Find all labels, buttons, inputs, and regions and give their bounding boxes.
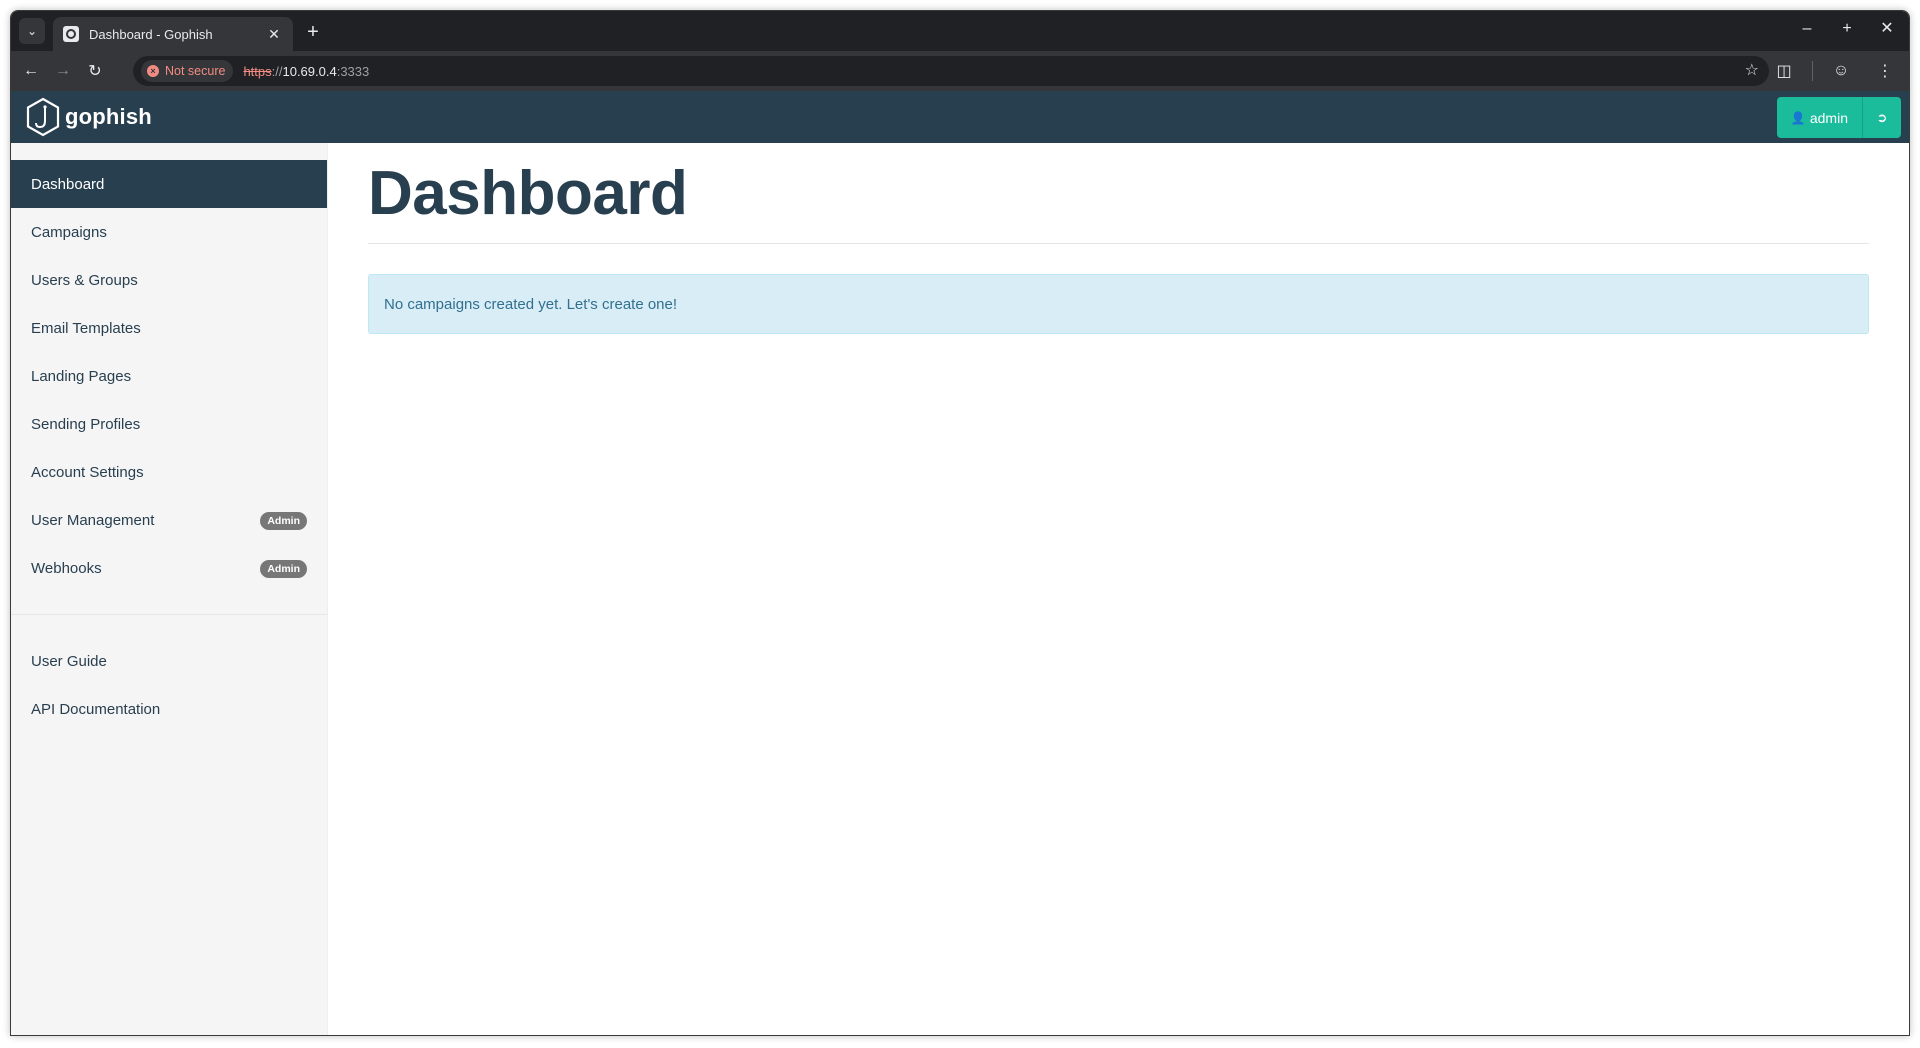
sidebar-item-landing-pages[interactable]: Landing Pages — [11, 352, 327, 400]
toolbar-actions: ◫ ☺ ⋮ — [1768, 55, 1901, 87]
empty-state-alert: No campaigns created yet. Let's create o… — [368, 274, 1869, 334]
minimize-icon[interactable]: – — [1795, 17, 1819, 41]
bookmark-star-icon[interactable]: ☆ — [1745, 60, 1759, 80]
sidebar-item-email-templates[interactable]: Email Templates — [11, 304, 327, 352]
sign-out-icon: ➲ — [1876, 109, 1888, 125]
browser-tab[interactable]: Dashboard - Gophish ✕ — [53, 17, 293, 51]
sidebar-item-label: API Documentation — [31, 700, 161, 718]
app-navbar: gophish 👤 admin ➲ — [11, 91, 1909, 143]
empty-state-message: No campaigns created yet. Let's create o… — [384, 295, 678, 313]
logout-button[interactable]: ➲ — [1863, 97, 1901, 138]
user-icon: 👤 — [1790, 110, 1806, 125]
sidebar-item-user-guide[interactable]: User Guide — [11, 637, 327, 685]
admin-badge: Admin — [260, 512, 307, 530]
brand-link[interactable]: gophish — [25, 97, 152, 137]
security-label: Not secure — [165, 64, 226, 78]
forward-icon[interactable]: → — [47, 55, 79, 87]
brand-name: gophish — [65, 104, 152, 129]
close-window-icon[interactable]: ✕ — [1875, 17, 1899, 41]
main-content: Dashboard No campaigns created yet. Let'… — [328, 143, 1909, 1035]
sidebar-item-label: Account Settings — [31, 463, 144, 481]
sidebar-item-label: User Guide — [31, 652, 107, 670]
extensions-icon[interactable]: ◫ — [1768, 55, 1800, 87]
user-button-group: 👤 admin ➲ — [1776, 97, 1901, 138]
profile-icon[interactable]: ☺ — [1825, 55, 1857, 87]
sidebar-item-sending-profiles[interactable]: Sending Profiles — [11, 400, 327, 448]
sidebar-item-label: Sending Profiles — [31, 415, 141, 433]
username-label: admin — [1809, 109, 1848, 126]
url-separator: :// — [271, 63, 283, 79]
gophish-logo-icon — [26, 97, 60, 137]
url-host: 10.69.0.4 — [282, 63, 337, 79]
sidebar-item-api-documentation[interactable]: API Documentation — [11, 685, 327, 733]
sidebar-item-campaigns[interactable]: Campaigns — [11, 208, 327, 256]
sidebar: Dashboard Campaigns Users & Groups Email… — [11, 143, 328, 1035]
tab-title: Dashboard - Gophish — [89, 26, 213, 42]
reload-icon[interactable]: ↻ — [79, 55, 111, 87]
sidebar-item-label: Campaigns — [31, 223, 107, 241]
sidebar-item-users-groups[interactable]: Users & Groups — [11, 256, 327, 304]
security-indicator[interactable]: × Not secure — [141, 60, 234, 82]
sidebar-item-label: Dashboard — [31, 175, 105, 193]
sidebar-item-webhooks[interactable]: Webhooks Admin — [11, 544, 327, 592]
maximize-icon[interactable]: + — [1835, 17, 1859, 41]
toolbar-divider — [1812, 61, 1813, 81]
sidebar-item-label: Webhooks — [31, 559, 102, 577]
warning-icon: × — [147, 65, 159, 77]
browser-toolbar: ← → ↻ × Not secure https :// 10.69.0.4 :… — [11, 51, 1909, 91]
address-bar[interactable]: × Not secure https :// 10.69.0.4 :3333 ☆ — [133, 56, 1769, 86]
page-header: Dashboard — [368, 159, 1869, 244]
sidebar-item-user-management[interactable]: User Management Admin — [11, 496, 327, 544]
admin-badge: Admin — [260, 560, 307, 578]
menu-kebab-icon[interactable]: ⋮ — [1869, 55, 1901, 87]
close-tab-icon[interactable]: ✕ — [265, 26, 283, 43]
sidebar-divider — [11, 614, 327, 615]
url-port: :3333 — [336, 63, 370, 79]
sidebar-item-dashboard[interactable]: Dashboard — [11, 160, 327, 208]
tab-search-button[interactable]: ⌄ — [19, 18, 45, 44]
page-body: Dashboard Campaigns Users & Groups Email… — [11, 143, 1909, 1035]
sidebar-item-label: Users & Groups — [31, 271, 138, 289]
gophish-favicon-icon — [63, 26, 79, 42]
user-settings-button[interactable]: 👤 admin — [1776, 97, 1863, 138]
tab-strip: ⌄ Dashboard - Gophish ✕ + – + ✕ — [11, 11, 1909, 51]
page-title: Dashboard — [368, 159, 688, 228]
sidebar-item-account-settings[interactable]: Account Settings — [11, 448, 327, 496]
sidebar-item-label: Email Templates — [31, 319, 141, 337]
back-icon[interactable]: ← — [15, 55, 47, 87]
url-scheme: https — [243, 63, 272, 79]
browser-window: ⌄ Dashboard - Gophish ✕ + – + ✕ ← → ↻ × … — [10, 10, 1910, 1036]
window-controls: – + ✕ — [1795, 17, 1899, 41]
chevron-down-icon: ⌄ — [26, 24, 38, 38]
sidebar-item-label: Landing Pages — [31, 367, 132, 385]
sidebar-item-label: User Management — [31, 511, 155, 529]
new-tab-button[interactable]: + — [301, 21, 325, 45]
